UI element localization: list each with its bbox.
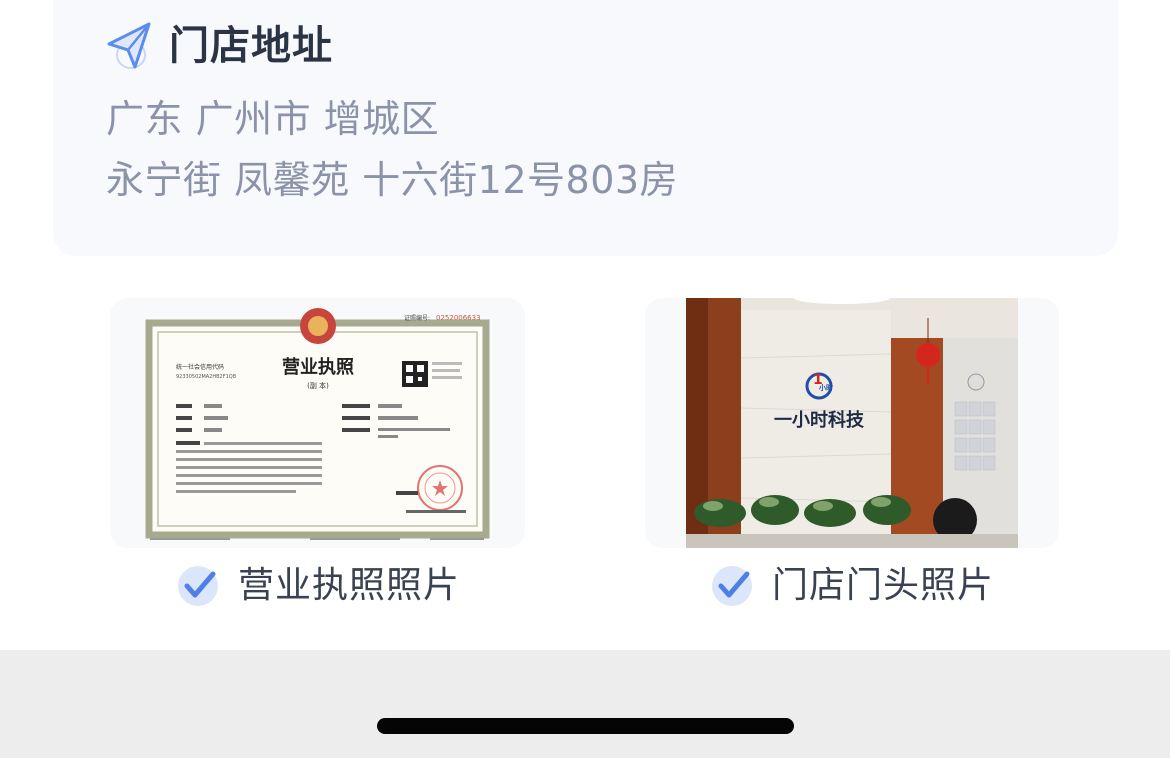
address-region: 广东 广州市 增城区: [106, 97, 440, 141]
storefront-photo[interactable]: 1 小时 一小时科技: [645, 298, 1059, 548]
address-street: 永宁街 凤馨苑 十六街12号803房: [106, 158, 679, 202]
check-circle-icon: [178, 566, 218, 606]
business-license-image: 0252006633 证照编号: 统一社会信用代码 92330502MA2HB2…: [110, 298, 525, 548]
svg-text:证照编号:: 证照编号:: [404, 314, 430, 322]
store-address-header: 门店地址: [107, 18, 333, 74]
license-doc-title: 营业执照: [282, 356, 354, 378]
storefront-caption: 门店门头照片: [710, 562, 994, 610]
home-indicator[interactable]: [377, 718, 794, 734]
storefront-logo-text: 一小时科技: [774, 409, 865, 431]
storefront-caption-text: 门店门头照片: [772, 565, 995, 606]
check-circle-icon: [712, 566, 752, 606]
svg-text:92330502MA2HB2F1QB: 92330502MA2HB2F1QB: [176, 374, 237, 380]
bottom-bar: [0, 650, 1170, 758]
storefront-image: 1 小时 一小时科技: [645, 298, 1059, 548]
business-license-caption: 营业执照照片: [176, 562, 460, 610]
store-address-title: 门店地址: [169, 23, 333, 69]
svg-text:0252006633: 0252006633: [436, 314, 481, 322]
business-license-caption-text: 营业执照照片: [238, 565, 461, 606]
svg-text:小时: 小时: [818, 383, 833, 392]
license-doc-subtitle: (副 本): [307, 381, 329, 390]
svg-text:统一社会信用代码: 统一社会信用代码: [176, 363, 224, 371]
navigation-arrow-icon: [107, 22, 151, 69]
business-license-photo[interactable]: 0252006633 证照编号: 统一社会信用代码 92330502MA2HB2…: [110, 298, 525, 548]
